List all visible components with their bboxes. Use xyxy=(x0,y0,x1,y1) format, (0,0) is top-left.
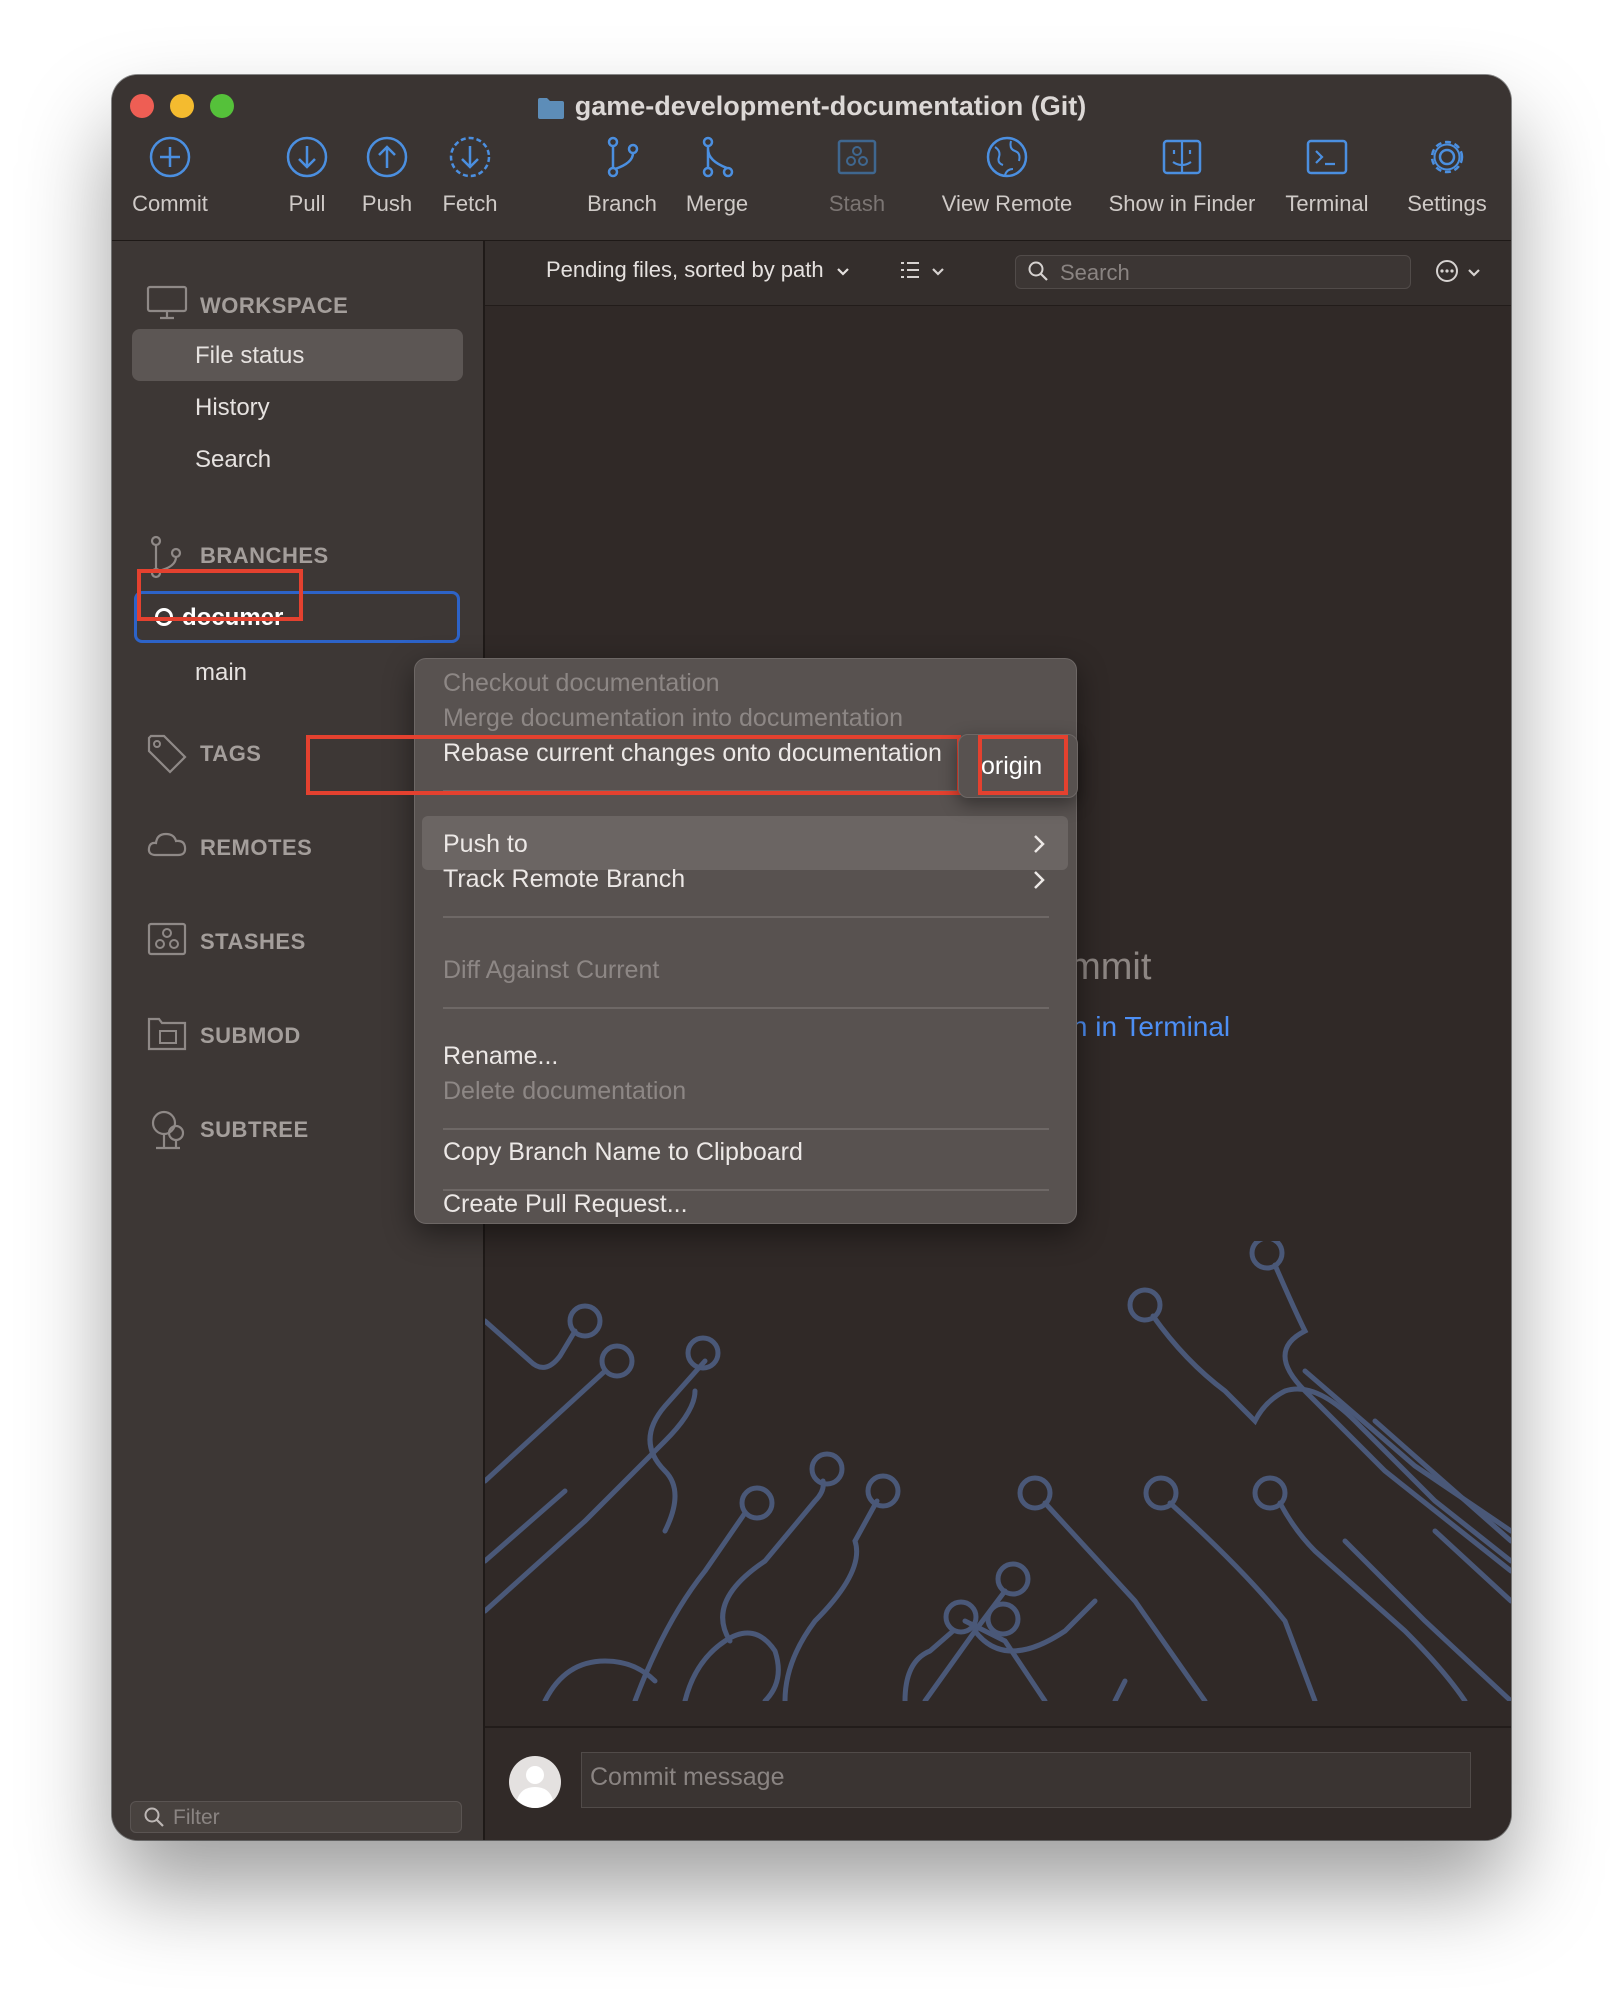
tag-icon xyxy=(147,734,187,774)
branch-highlight-annotation xyxy=(137,569,303,621)
monitor-icon xyxy=(146,285,188,320)
settings-button[interactable]: Settings xyxy=(1397,135,1497,235)
terminal-label: Terminal xyxy=(1285,191,1369,216)
menu-separator xyxy=(443,1128,1049,1130)
view-chevron-down-icon xyxy=(932,268,945,276)
subtrees-header-text: SUBTREE xyxy=(200,1117,309,1142)
menu-item-push-to[interactable]: Push to xyxy=(443,830,528,859)
commit-label: Commit xyxy=(132,191,208,216)
submodules-icon xyxy=(147,1017,187,1051)
menu-item-checkout[interactable]: Checkout documentation xyxy=(443,669,720,698)
view-mode-dropdown[interactable] xyxy=(899,259,945,286)
terminal-button[interactable]: Terminal xyxy=(1277,135,1377,235)
push-button[interactable]: Push xyxy=(347,135,427,235)
view-remote-button[interactable]: View Remote xyxy=(937,135,1077,235)
history-label: History xyxy=(195,394,270,421)
avatar xyxy=(509,1756,561,1808)
commit-message-placeholder: Commit message xyxy=(590,1763,785,1791)
tags-header-text: TAGS xyxy=(200,741,262,766)
filter-placeholder: Filter xyxy=(173,1806,220,1829)
workspace-header-text: WORKSPACE xyxy=(200,293,349,318)
list-view-icon xyxy=(901,262,919,278)
remotes-header-text: REMOTES xyxy=(200,835,313,860)
title-toolbar: game-development-documentation (Git) Com… xyxy=(112,75,1511,241)
settings-label: Settings xyxy=(1407,191,1487,216)
merge-label: Merge xyxy=(685,191,749,216)
pull-arrow-down-icon xyxy=(286,136,328,178)
branch-icon xyxy=(607,136,639,178)
app-window: game-development-documentation (Git) Com… xyxy=(112,75,1511,1840)
menu-separator xyxy=(443,916,1049,918)
subtree-icon xyxy=(151,1110,185,1150)
sort-dropdown[interactable]: Pending files, sorted by path xyxy=(546,257,850,283)
fetch-label: Fetch xyxy=(442,191,498,216)
sidebar-item-search[interactable]: Search xyxy=(132,433,463,485)
merge-icon xyxy=(702,136,734,178)
ellipsis-circle-icon xyxy=(1436,260,1458,282)
search-label: Search xyxy=(195,446,272,473)
merge-button[interactable]: Merge xyxy=(672,135,762,235)
chevron-down-icon xyxy=(836,268,849,276)
finder-icon xyxy=(1162,139,1202,175)
gear-icon xyxy=(1430,140,1464,174)
file-status-label: File status xyxy=(195,342,305,369)
sidebar-item-history[interactable]: History xyxy=(132,381,463,433)
submodules-header-text: SUBMOD xyxy=(200,1023,301,1048)
more-options-button[interactable] xyxy=(1435,259,1481,288)
stash-label: Stash xyxy=(828,191,886,216)
pull-label: Pull xyxy=(288,191,326,216)
commit-bar: Commit message xyxy=(485,1726,1511,1840)
file-filter-bar: Pending files, sorted by path Search xyxy=(485,241,1511,306)
stash-icon xyxy=(837,139,877,175)
fetch-button[interactable]: Fetch xyxy=(430,135,510,235)
commit-plus-icon xyxy=(149,136,191,178)
stashes-header-text: STASHES xyxy=(200,929,306,954)
push-to-highlight-annotation xyxy=(306,735,961,795)
options-chevron-down-icon xyxy=(1468,269,1481,277)
cloud-icon xyxy=(147,832,187,857)
menu-item-create-pull-request[interactable]: Create Pull Request... xyxy=(443,1190,688,1219)
menu-item-track-remote[interactable]: Track Remote Branch xyxy=(443,865,685,894)
menu-item-delete[interactable]: Delete documentation xyxy=(443,1077,686,1106)
sort-label: Pending files, sorted by path xyxy=(546,257,824,282)
menu-item-merge[interactable]: Merge documentation into documentation xyxy=(443,704,903,733)
fetch-icon xyxy=(449,136,491,178)
search-icon xyxy=(1028,261,1048,281)
search-input[interactable]: Search xyxy=(1015,255,1411,289)
push-to-chevron-right-icon xyxy=(1034,835,1045,853)
branches-header-text: BRANCHES xyxy=(200,543,329,568)
push-to-label: Push to xyxy=(443,830,528,858)
commit-message-input[interactable]: Commit message xyxy=(581,1752,1471,1808)
branch-label: Branch xyxy=(587,191,657,216)
folder-icon xyxy=(537,98,564,119)
push-label: Push xyxy=(361,191,413,216)
window-title-text: game-development-documentation (Git) xyxy=(574,91,1087,121)
track-remote-chevron-right-icon xyxy=(1034,871,1045,889)
show-in-finder-button[interactable]: Show in Finder xyxy=(1102,135,1262,235)
menu-separator xyxy=(443,1007,1049,1009)
commit-button[interactable]: Commit xyxy=(112,135,228,235)
menu-item-diff[interactable]: Diff Against Current xyxy=(443,956,659,985)
terminal-icon xyxy=(1306,139,1348,175)
sidebar-item-file-status[interactable]: File status xyxy=(132,329,463,381)
sidebar-filter-input[interactable]: Filter xyxy=(130,1801,462,1833)
menu-item-copy-branch-name[interactable]: Copy Branch Name to Clipboard xyxy=(443,1138,803,1167)
filter-search-icon xyxy=(144,1807,164,1827)
origin-highlight-annotation xyxy=(978,735,1068,795)
view-remote-label: View Remote xyxy=(941,191,1073,216)
stash-button[interactable]: Stash xyxy=(812,135,902,235)
window-title: game-development-documentation (Git) xyxy=(112,86,1511,126)
circuit-decoration xyxy=(485,1241,1511,1701)
menu-item-rename[interactable]: Rename... xyxy=(443,1042,558,1071)
globe-icon xyxy=(986,136,1028,178)
stashes-icon xyxy=(147,922,187,956)
branch-button[interactable]: Branch xyxy=(577,135,667,235)
push-arrow-up-icon xyxy=(366,136,408,178)
main-branch-label: main xyxy=(195,659,248,686)
show-in-finder-label: Show in Finder xyxy=(1108,191,1256,216)
pull-button[interactable]: Pull xyxy=(267,135,347,235)
search-placeholder: Search xyxy=(1060,260,1130,285)
